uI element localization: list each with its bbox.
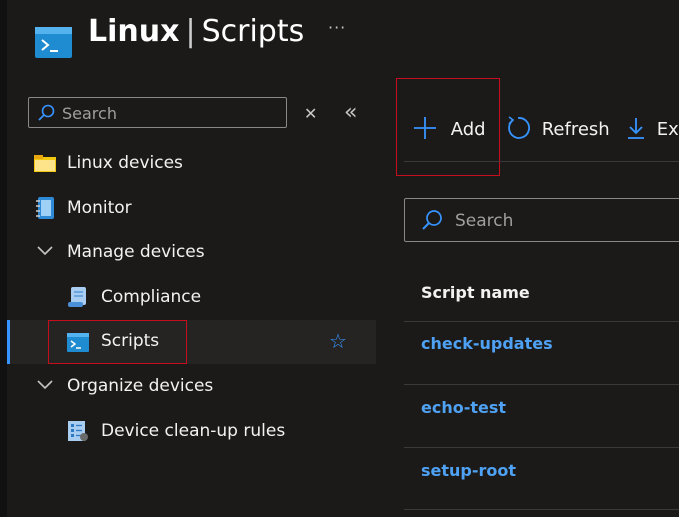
sidebar-item-label: Linux devices [67, 153, 183, 173]
clear-search-button[interactable]: ✕ [304, 104, 317, 123]
collapse-sidebar-button[interactable]: « [344, 100, 357, 125]
script-link-setup-root[interactable]: setup-root [421, 461, 516, 480]
active-indicator [7, 320, 10, 364]
notebook-icon [36, 197, 54, 219]
terminal-icon [67, 333, 89, 352]
sidebar-item-label: Compliance [101, 287, 202, 307]
script-link-check-updates[interactable]: check-updates [421, 334, 553, 353]
row-divider [404, 321, 679, 322]
export-label: Ex [656, 119, 679, 140]
chevron-down-icon [37, 246, 53, 256]
refresh-label: Refresh [541, 119, 610, 140]
grid-search[interactable] [404, 198, 679, 242]
sidebar-item-linux-devices[interactable]: Linux devices [7, 142, 376, 186]
sidebar-item-organize-devices[interactable]: Organize devices [7, 365, 376, 409]
more-options-button[interactable]: ··· [328, 18, 346, 37]
page-title: Linux | Scripts [88, 14, 304, 49]
add-button[interactable]: Add [413, 116, 486, 140]
refresh-button[interactable]: Refresh [506, 116, 610, 140]
download-icon [628, 118, 644, 139]
title-separator: | [185, 14, 196, 49]
chevron-down-icon [37, 380, 53, 390]
page-header: Linux | Scripts ··· [0, 0, 679, 70]
column-header-script-name[interactable]: Script name [421, 283, 530, 302]
sidebar-item-compliance[interactable]: Compliance [7, 276, 376, 320]
page-title-sub: Scripts [201, 14, 305, 49]
refresh-icon [508, 116, 530, 139]
sidebar-item-manage-devices[interactable]: Manage devices [7, 231, 376, 275]
sidebar-item-label: Device clean-up rules [101, 421, 286, 441]
export-button[interactable]: Ex [627, 116, 679, 140]
plus-icon [414, 117, 436, 139]
sidebar-item-label: Organize devices [67, 376, 214, 396]
sidebar-item-monitor[interactable]: Monitor [7, 187, 376, 231]
row-divider [404, 447, 679, 448]
left-edge [0, 0, 7, 517]
row-divider [404, 509, 679, 510]
sidebar-item-scripts[interactable]: Scripts ☆ [7, 320, 376, 364]
grid-search-input[interactable] [455, 210, 675, 232]
page-title-main: Linux [88, 14, 180, 49]
sidebar-search-input[interactable] [62, 103, 272, 123]
add-label: Add [450, 119, 486, 140]
sidebar-item-label: Monitor [67, 198, 132, 218]
checklist-icon [68, 421, 88, 441]
folder-icon [34, 155, 56, 172]
sidebar-search[interactable] [28, 97, 287, 128]
script-link-echo-test[interactable]: echo-test [421, 398, 506, 417]
sidebar-item-device-cleanup-rules[interactable]: Device clean-up rules [7, 410, 376, 454]
search-icon [422, 210, 442, 230]
toolbar-divider [404, 161, 679, 162]
terminal-icon [35, 27, 72, 58]
favorite-star-icon[interactable]: ☆ [329, 329, 347, 353]
row-divider [404, 384, 679, 385]
sidebar-item-label: Manage devices [67, 242, 205, 262]
search-icon [38, 104, 55, 121]
sidebar-item-label: Scripts [101, 331, 160, 351]
scroll-icon [68, 287, 86, 307]
